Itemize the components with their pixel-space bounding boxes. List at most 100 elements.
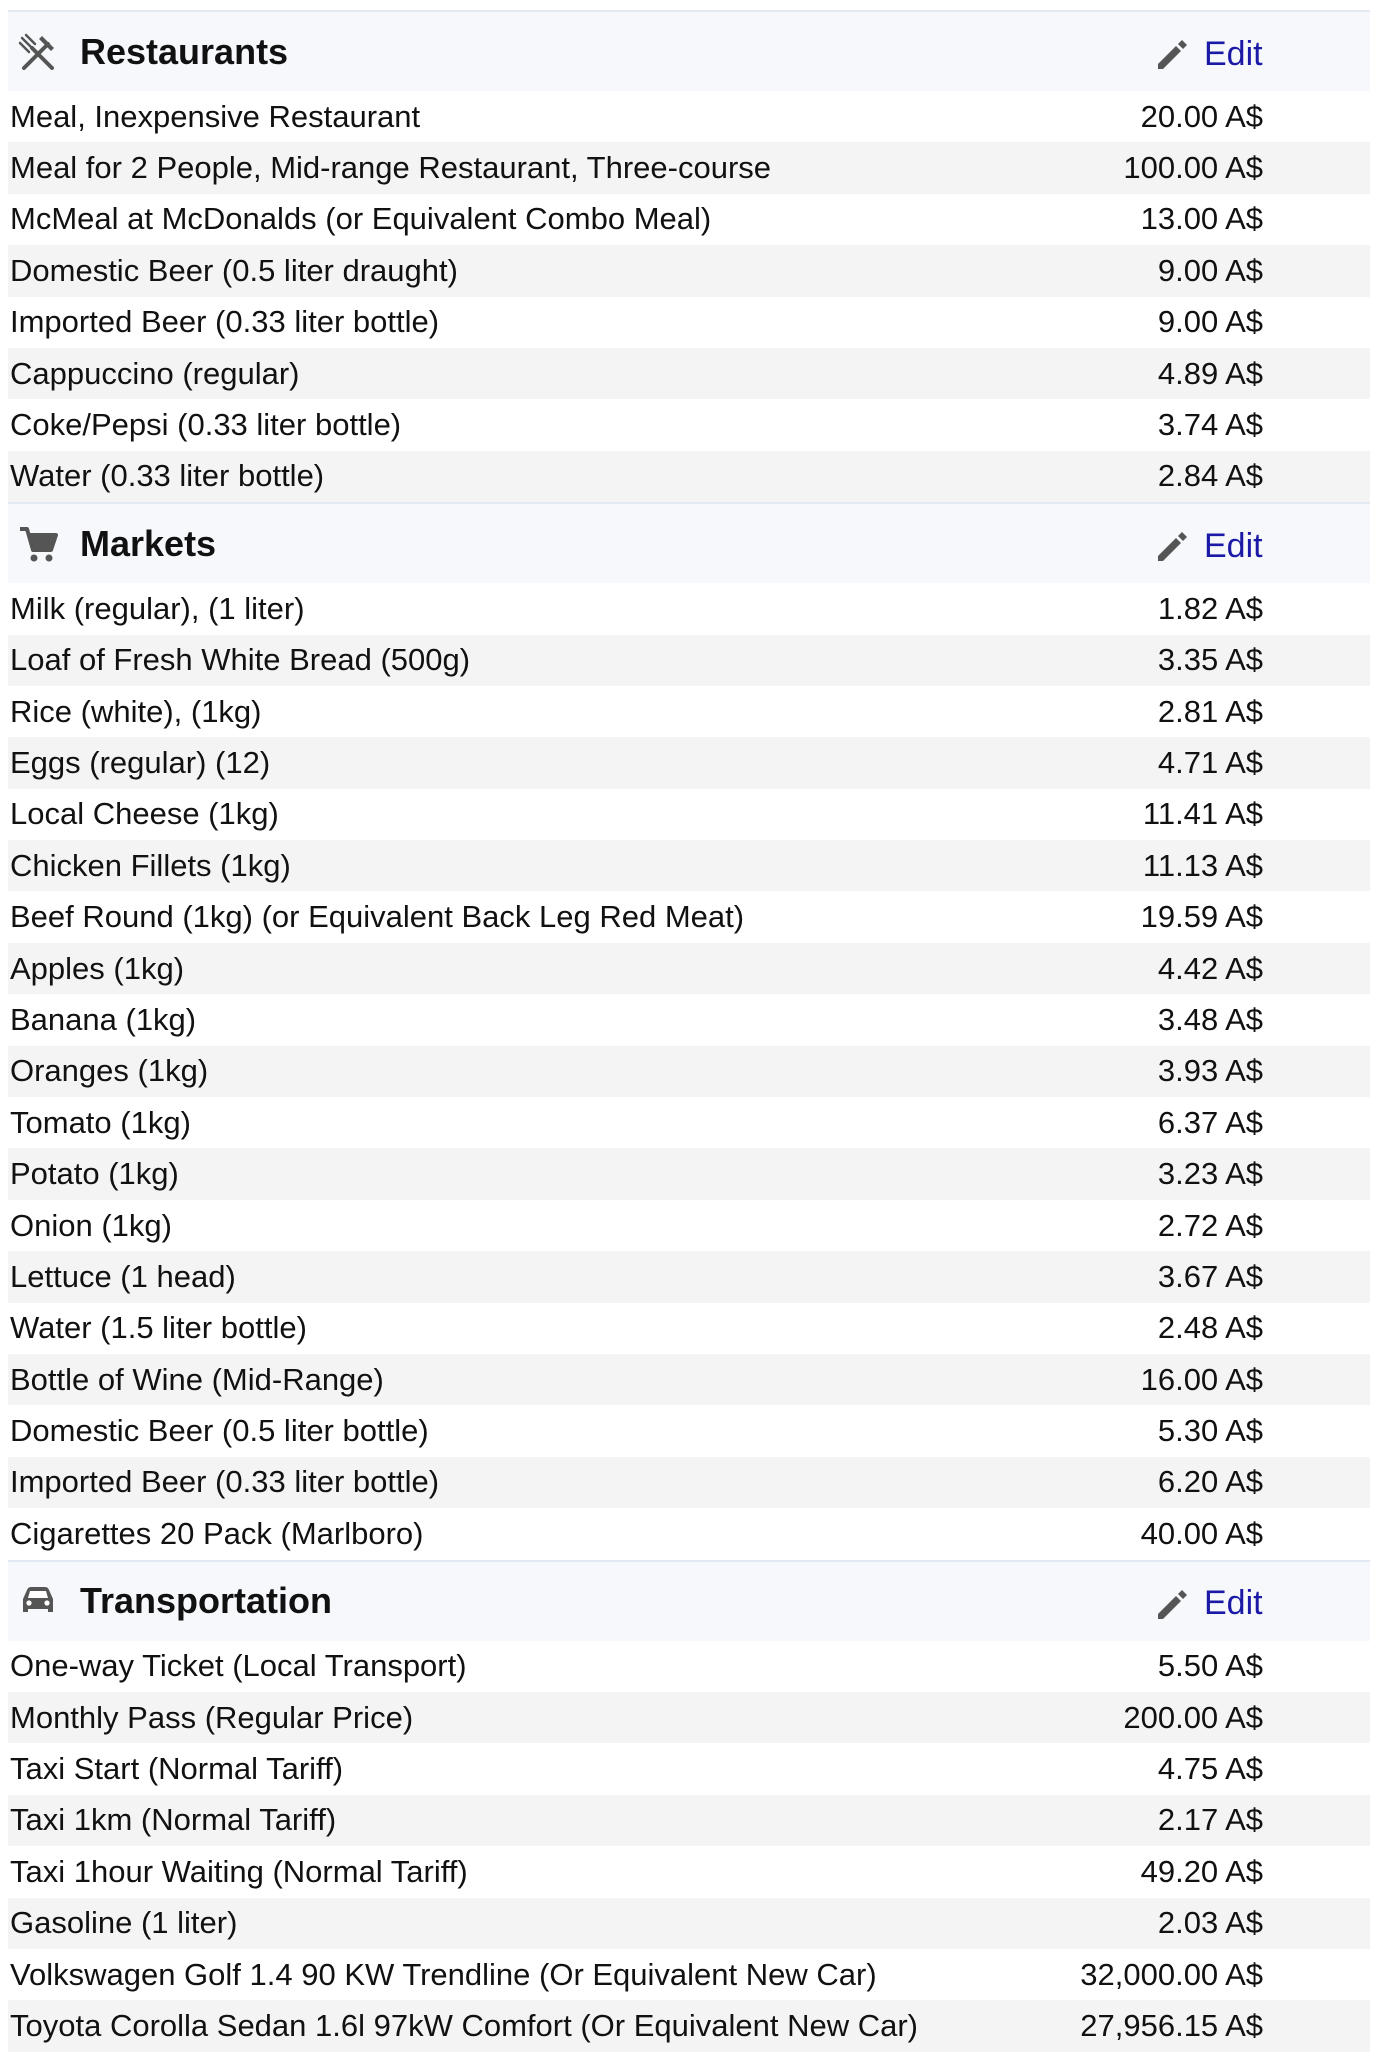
rows-restaurants: Meal, Inexpensive Restaurant 20.00 A$ Mea… bbox=[8, 91, 1370, 503]
table-row: Meal, Inexpensive Restaurant 20.00 A$ bbox=[8, 91, 1370, 142]
item-name: Coke/Pepsi (0.33 liter bottle) bbox=[10, 407, 402, 443]
item-price: 2.17 A$ bbox=[1157, 1802, 1263, 1838]
edit-button-transportation[interactable]: Edit bbox=[1152, 1582, 1263, 1626]
section-header-restaurants: Restaurants Edit bbox=[8, 12, 1370, 91]
item-name: Eggs (regular) (12) bbox=[10, 744, 271, 780]
item-price: 100.00 A$ bbox=[1123, 150, 1263, 186]
table-row: Toyota Corolla Sedan 1.6l 97kW Comfort (… bbox=[8, 2000, 1370, 2052]
table-row: Rice (white), (1kg) 2.81 A$ bbox=[8, 686, 1370, 737]
rows-markets: Milk (regular), (1 liter) 1.82 A$ Loaf of… bbox=[8, 583, 1370, 1559]
item-name: Tomato (1kg) bbox=[10, 1104, 191, 1140]
pencil-icon bbox=[1152, 526, 1192, 566]
item-name: Domestic Beer (0.5 liter bottle) bbox=[10, 1413, 429, 1449]
table-row: Water (0.33 liter bottle) 2.84 A$ bbox=[8, 450, 1370, 503]
item-name: Potato (1kg) bbox=[10, 1156, 179, 1192]
item-price: 5.50 A$ bbox=[1157, 1648, 1263, 1684]
item-price: 3.67 A$ bbox=[1157, 1258, 1263, 1294]
table-row: Milk (regular), (1 liter) 1.82 A$ bbox=[8, 583, 1370, 634]
item-name: Monthly Pass (Regular Price) bbox=[10, 1699, 414, 1735]
edit-button-restaurants[interactable]: Edit bbox=[1152, 32, 1263, 76]
item-name: McMeal at McDonalds (or Equivalent Combo… bbox=[10, 201, 712, 237]
table-row: Beef Round (1kg) (or Equivalent Back Leg… bbox=[8, 891, 1370, 942]
item-name: Loaf of Fresh White Bread (500g) bbox=[10, 642, 471, 678]
section-header-transportation: Transportation Edit bbox=[8, 1561, 1370, 1641]
item-price: 3.23 A$ bbox=[1157, 1156, 1263, 1192]
section-header-markets: Markets Edit bbox=[8, 504, 1370, 584]
item-name: Chicken Fillets (1kg) bbox=[10, 847, 291, 883]
item-price: 200.00 A$ bbox=[1123, 1699, 1263, 1735]
table-row: Taxi Start (Normal Tariff) 4.75 A$ bbox=[8, 1743, 1370, 1794]
item-name: Meal, Inexpensive Restaurant bbox=[10, 98, 421, 134]
section-title: Markets bbox=[80, 522, 217, 564]
table-row: Meal for 2 People, Mid-range Restaurant,… bbox=[8, 142, 1370, 194]
item-price: 4.42 A$ bbox=[1157, 950, 1263, 986]
table-row: Coke/Pepsi (0.33 liter bottle) 3.74 A$ bbox=[8, 399, 1370, 450]
item-name: Bottle of Wine (Mid-Range) bbox=[10, 1361, 384, 1397]
edit-label[interactable]: Edit bbox=[1204, 527, 1263, 566]
table-row: Cappuccino (regular) 4.89 A$ bbox=[8, 347, 1370, 400]
table-row: Potato (1kg) 3.23 A$ bbox=[8, 1148, 1370, 1200]
table-row: Water (1.5 liter bottle) 2.48 A$ bbox=[8, 1303, 1370, 1354]
item-price: 32,000.00 A$ bbox=[1080, 1956, 1263, 1992]
item-name: Lettuce (1 head) bbox=[10, 1258, 236, 1294]
item-name: Water (1.5 liter bottle) bbox=[10, 1310, 307, 1346]
section-title: Transportation bbox=[80, 1580, 333, 1622]
rows-transportation: One-way Ticket (Local Transport) 5.50 A$ … bbox=[8, 1641, 1370, 2052]
item-name: Gasoline (1 liter) bbox=[10, 1905, 238, 1941]
shopping-cart-icon bbox=[16, 522, 60, 566]
table-row: Domestic Beer (0.5 liter draught) 9.00 A$ bbox=[8, 245, 1370, 297]
item-name: Toyota Corolla Sedan 1.6l 97kW Comfort (… bbox=[10, 2007, 918, 2043]
item-name: Meal for 2 People, Mid-range Restaurant,… bbox=[10, 150, 772, 186]
item-name: One-way Ticket (Local Transport) bbox=[10, 1648, 467, 1684]
item-name: Cigarettes 20 Pack (Marlboro) bbox=[10, 1515, 424, 1551]
table-row: Banana (1kg) 3.48 A$ bbox=[8, 994, 1370, 1045]
item-price: 40.00 A$ bbox=[1140, 1515, 1263, 1551]
table-row: Tomato (1kg) 6.37 A$ bbox=[8, 1097, 1370, 1148]
item-name: Oranges (1kg) bbox=[10, 1053, 209, 1089]
table-row: Gasoline (1 liter) 2.03 A$ bbox=[8, 1897, 1370, 1949]
table-row: Imported Beer (0.33 liter bottle) 9.00 A$ bbox=[8, 297, 1370, 348]
item-price: 49.20 A$ bbox=[1140, 1853, 1263, 1889]
item-price: 3.48 A$ bbox=[1157, 1001, 1263, 1037]
item-name: Apples (1kg) bbox=[10, 950, 185, 986]
table-row: Loaf of Fresh White Bread (500g) 3.35 A$ bbox=[8, 634, 1370, 686]
table-row: Monthly Pass (Regular Price) 200.00 A$ bbox=[8, 1691, 1370, 1744]
car-icon bbox=[16, 1579, 60, 1623]
item-price: 11.41 A$ bbox=[1142, 796, 1263, 832]
item-name: Volkswagen Golf 1.4 90 KW Trendline (Or … bbox=[10, 1956, 877, 1992]
edit-label[interactable]: Edit bbox=[1204, 35, 1263, 74]
item-price: 6.20 A$ bbox=[1157, 1464, 1263, 1500]
item-price: 11.13 A$ bbox=[1142, 847, 1263, 883]
item-name: Imported Beer (0.33 liter bottle) bbox=[10, 304, 440, 340]
item-name: Onion (1kg) bbox=[10, 1207, 172, 1243]
item-name: Local Cheese (1kg) bbox=[10, 796, 279, 832]
table-row: Volkswagen Golf 1.4 90 KW Trendline (Or … bbox=[8, 1949, 1370, 2000]
item-price: 3.35 A$ bbox=[1157, 642, 1263, 678]
fork-knife-icon bbox=[16, 30, 60, 74]
section-markets: Markets Edit Milk (regular), (1 liter) 1.… bbox=[8, 502, 1370, 1559]
item-name: Rice (white), (1kg) bbox=[10, 693, 262, 729]
item-price: 16.00 A$ bbox=[1140, 1361, 1263, 1397]
item-price: 9.00 A$ bbox=[1157, 252, 1263, 288]
item-price: 9.00 A$ bbox=[1157, 304, 1263, 340]
item-name: Cappuccino (regular) bbox=[10, 355, 300, 391]
pencil-icon bbox=[1152, 1584, 1192, 1624]
item-price: 2.84 A$ bbox=[1157, 458, 1263, 494]
table-row: Cigarettes 20 Pack (Marlboro) 40.00 A$ bbox=[8, 1508, 1370, 1559]
table-row: Domestic Beer (0.5 liter bottle) 5.30 A$ bbox=[8, 1405, 1370, 1456]
edit-button-markets[interactable]: Edit bbox=[1152, 524, 1263, 568]
item-name: Imported Beer (0.33 liter bottle) bbox=[10, 1464, 440, 1500]
table-row: Oranges (1kg) 3.93 A$ bbox=[8, 1045, 1370, 1098]
item-name: Milk (regular), (1 liter) bbox=[10, 590, 305, 626]
section-restaurants: Restaurants Edit Meal, Inexpensive Resta… bbox=[8, 12, 1370, 503]
item-name: Banana (1kg) bbox=[10, 1001, 197, 1037]
item-name: Taxi 1hour Waiting (Normal Tariff) bbox=[10, 1853, 468, 1889]
table-row: Taxi 1hour Waiting (Normal Tariff) 49.20 … bbox=[8, 1846, 1370, 1897]
item-price: 1.82 A$ bbox=[1157, 590, 1263, 626]
edit-label[interactable]: Edit bbox=[1204, 1584, 1263, 1623]
table-row: Onion (1kg) 2.72 A$ bbox=[8, 1200, 1370, 1251]
item-price: 20.00 A$ bbox=[1140, 98, 1263, 134]
item-price: 2.81 A$ bbox=[1157, 693, 1263, 729]
item-price: 2.48 A$ bbox=[1157, 1310, 1263, 1346]
table-row: Eggs (regular) (12) 4.71 A$ bbox=[8, 737, 1370, 789]
